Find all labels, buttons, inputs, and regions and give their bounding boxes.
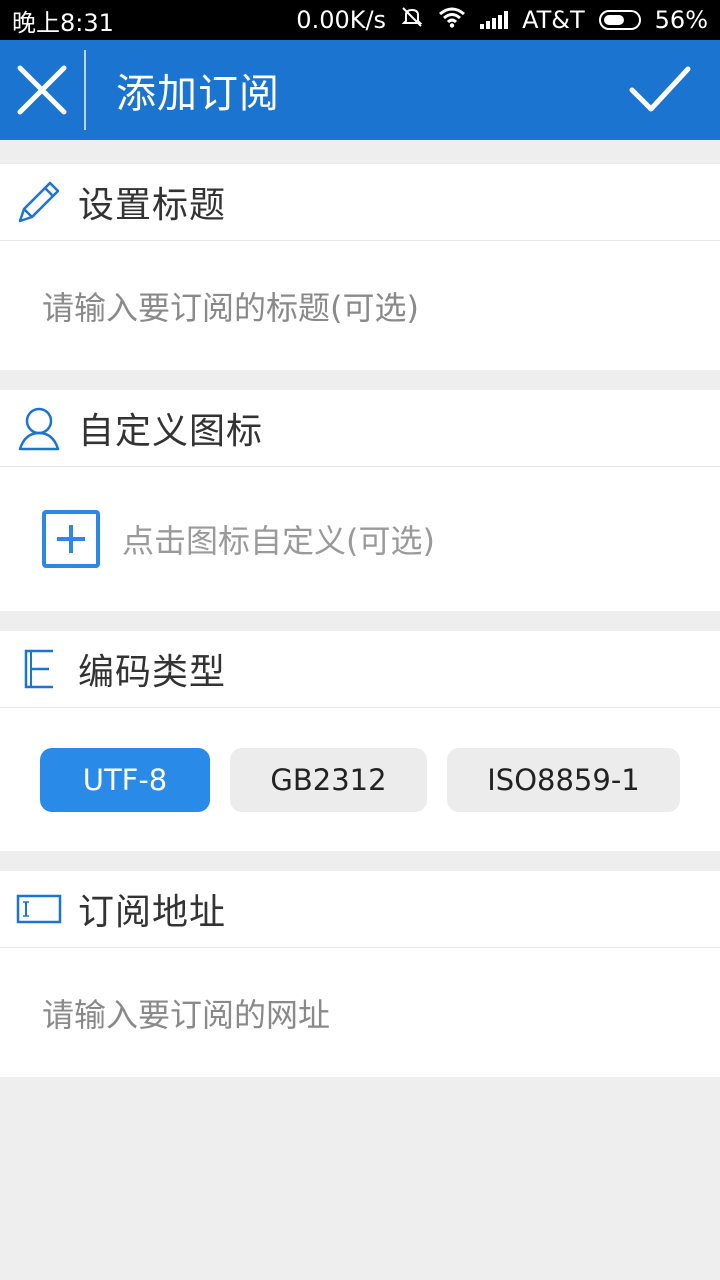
title-input-placeholder: 请输入要订阅的标题(可选) bbox=[42, 288, 419, 327]
check-icon bbox=[629, 66, 691, 112]
section-label: 编码类型 bbox=[78, 652, 227, 693]
network-speed: 0.00K/s bbox=[296, 6, 387, 34]
battery-icon bbox=[598, 10, 641, 30]
page-title: 添加订阅 bbox=[116, 71, 280, 117]
section-header-icon: 自定义图标 bbox=[0, 390, 720, 467]
carrier-name: AT&T bbox=[522, 6, 585, 34]
close-icon bbox=[17, 65, 67, 115]
close-button[interactable] bbox=[0, 40, 84, 140]
add-icon[interactable] bbox=[42, 510, 100, 568]
section-header-url: 订阅地址 bbox=[0, 871, 720, 948]
custom-icon-picker[interactable]: 点击图标自定义(可选) bbox=[0, 467, 720, 611]
wifi-icon bbox=[438, 6, 466, 34]
section-label: 设置标题 bbox=[78, 185, 227, 226]
status-time: 晚上8:31 bbox=[12, 8, 114, 37]
pencil-icon bbox=[0, 179, 78, 225]
section-label: 自定义图标 bbox=[78, 411, 264, 452]
section-encoding: 编码类型 UTF-8 GB2312 ISO8859-1 bbox=[0, 631, 720, 851]
section-header-encoding: 编码类型 bbox=[0, 631, 720, 708]
signal-icon bbox=[480, 11, 509, 29]
app-bar: 添加订阅 bbox=[0, 40, 720, 140]
confirm-button[interactable] bbox=[610, 40, 710, 140]
custom-icon-hint: 点击图标自定义(可选) bbox=[122, 522, 435, 560]
encoding-gb2312-button[interactable]: GB2312 bbox=[230, 747, 427, 812]
section-label: 订阅地址 bbox=[78, 892, 227, 933]
section-header-title: 设置标题 bbox=[0, 164, 720, 241]
encoding-utf8-button[interactable]: UTF-8 bbox=[40, 747, 210, 812]
section-url: 订阅地址 请输入要订阅的网址 bbox=[0, 871, 720, 1077]
encoding-icon bbox=[0, 648, 78, 690]
battery-level: 56% bbox=[654, 6, 708, 34]
user-icon bbox=[0, 405, 78, 451]
section-title: 设置标题 请输入要订阅的标题(可选) bbox=[0, 164, 720, 370]
text-field-icon bbox=[0, 893, 78, 925]
url-input[interactable]: 请输入要订阅的网址 bbox=[0, 948, 720, 1077]
status-right: 0.00K/s AT&T 56% bbox=[296, 5, 708, 35]
status-bar: 晚上8:31 0.00K/s AT&T 56% bbox=[0, 0, 720, 40]
title-input[interactable]: 请输入要订阅的标题(可选) bbox=[0, 241, 720, 370]
url-input-placeholder: 请输入要订阅的网址 bbox=[42, 995, 331, 1034]
appbar-divider bbox=[84, 50, 86, 130]
encoding-options: UTF-8 GB2312 ISO8859-1 bbox=[0, 708, 720, 851]
silent-icon bbox=[400, 5, 424, 35]
section-icon: 自定义图标 点击图标自定义(可选) bbox=[0, 390, 720, 611]
encoding-iso8859-button[interactable]: ISO8859-1 bbox=[447, 747, 680, 812]
encoding-button-row: UTF-8 GB2312 ISO8859-1 bbox=[0, 747, 680, 812]
